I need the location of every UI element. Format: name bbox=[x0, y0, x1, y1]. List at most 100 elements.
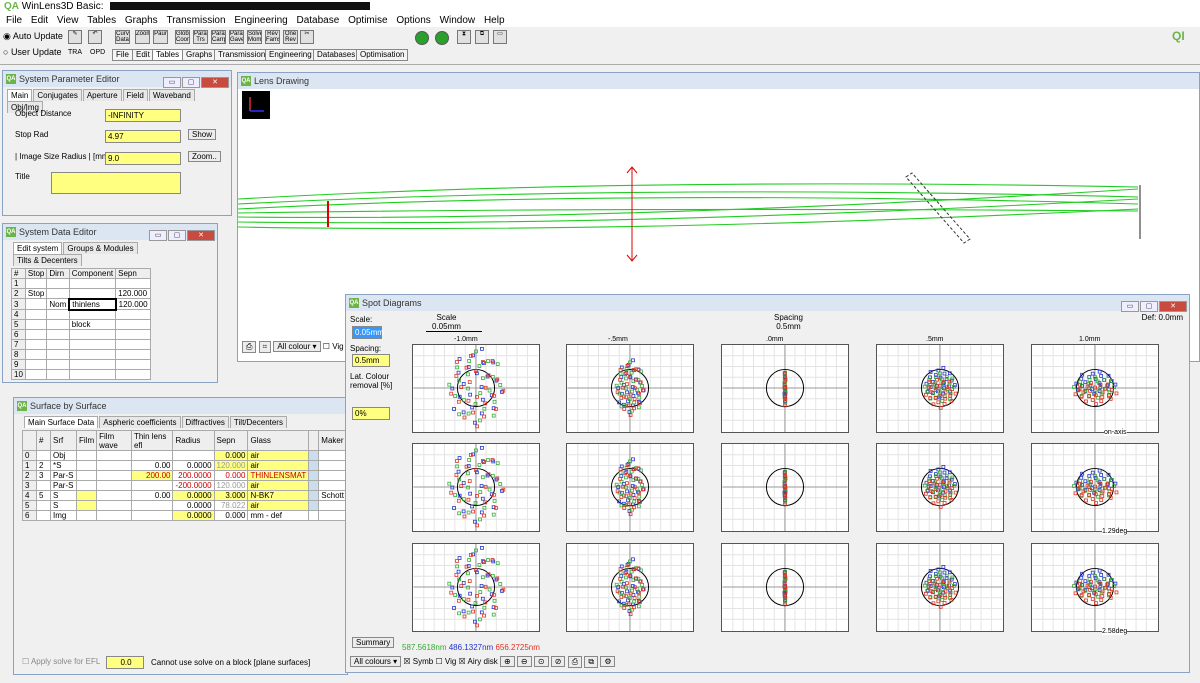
tab-aspheric-coefficients[interactable]: Aspheric coefficients bbox=[99, 416, 181, 428]
menu-file[interactable]: File bbox=[6, 15, 22, 26]
surface-cell[interactable]: 200.00 bbox=[130, 470, 174, 481]
apply-solve-checkbox[interactable]: ☐ Apply solve for EFL bbox=[22, 657, 100, 666]
table-row[interactable]: 6 bbox=[11, 329, 151, 340]
surface-cell[interactable] bbox=[96, 470, 132, 481]
surface-cell[interactable]: air bbox=[247, 460, 310, 471]
surface-cell[interactable]: 0.000 bbox=[213, 470, 249, 481]
menu-transmission[interactable]: Transmission bbox=[166, 15, 225, 26]
sysdata-cell[interactable]: Stop bbox=[24, 288, 48, 299]
menu-help[interactable]: Help bbox=[484, 15, 505, 26]
zoom-button[interactable]: Zoom bbox=[135, 30, 150, 44]
table-row[interactable]: 5 block bbox=[11, 319, 151, 330]
surface-cell[interactable] bbox=[96, 510, 132, 521]
sysdata-cell[interactable] bbox=[115, 349, 151, 360]
surface-cell[interactable] bbox=[75, 510, 98, 521]
zoom-in-icon[interactable]: ⊕ bbox=[499, 656, 515, 667]
print-icon[interactable]: ⎙ bbox=[242, 341, 257, 353]
user-update-radio[interactable]: ○ User Update bbox=[3, 47, 61, 57]
object-distance-field[interactable]: -INFINITY bbox=[105, 109, 181, 122]
tab-engineering[interactable]: Engineering bbox=[265, 49, 316, 61]
surface-cell[interactable] bbox=[130, 510, 174, 521]
zoom-settings-button[interactable]: Zoom.. bbox=[188, 151, 221, 162]
copy-icon[interactable]: ⧉ bbox=[584, 656, 599, 668]
sysdata-cell[interactable] bbox=[68, 349, 117, 360]
sysdata-cell[interactable]: 1 bbox=[11, 278, 26, 289]
surface-cell[interactable]: Obj bbox=[50, 450, 77, 461]
green-light-icon-1[interactable] bbox=[415, 31, 429, 45]
surface-cell[interactable] bbox=[75, 480, 98, 491]
table-row[interactable]: 3 Par-S -200.0000 120.000 air bbox=[22, 480, 347, 491]
tab-field[interactable]: Field bbox=[122, 89, 148, 101]
table-row[interactable]: 9 bbox=[11, 359, 151, 370]
sysdata-cell[interactable]: 3 bbox=[11, 298, 26, 310]
rev-fams-button[interactable]: Rev Fams bbox=[265, 30, 280, 44]
tab-graphs[interactable]: Graphs bbox=[182, 49, 217, 61]
image-size-field[interactable]: 9.0 bbox=[105, 152, 181, 165]
surface-cell[interactable]: 0.0000 bbox=[172, 500, 215, 511]
auto-update-radio[interactable]: ◉ Auto Update bbox=[3, 31, 63, 42]
sysdata-cell[interactable]: 7 bbox=[11, 339, 26, 350]
surface-cell[interactable]: mm - def bbox=[247, 510, 310, 521]
minimize-icon[interactable]: ▭ bbox=[1121, 301, 1139, 312]
surface-cell[interactable] bbox=[75, 450, 98, 461]
table-row[interactable]: 2 Stop 120.000 bbox=[11, 288, 151, 299]
surface-cell[interactable]: 5 bbox=[22, 500, 37, 511]
sysdata-cell[interactable] bbox=[46, 309, 70, 320]
sysdata-cell[interactable] bbox=[115, 359, 151, 370]
surface-cell[interactable] bbox=[130, 480, 174, 491]
surface-cell[interactable] bbox=[75, 470, 98, 481]
surface-cell[interactable]: *S bbox=[50, 460, 77, 471]
sysdata-cell[interactable]: 2 bbox=[11, 288, 26, 299]
tab-databases[interactable]: Databases bbox=[313, 49, 360, 61]
table-row[interactable]: 8 bbox=[11, 349, 151, 360]
title-field[interactable] bbox=[51, 172, 181, 194]
green-light-icon-2[interactable] bbox=[435, 31, 449, 45]
surface-cell[interactable] bbox=[75, 500, 98, 511]
settings-icon[interactable]: ⚙ bbox=[600, 656, 616, 667]
paraxi-carrp-button[interactable]: Paraxi Carrp bbox=[211, 30, 226, 44]
sysdata-cell[interactable]: 4 bbox=[11, 309, 26, 320]
tab-edit[interactable]: Edit bbox=[132, 49, 154, 61]
sysdata-cell[interactable] bbox=[68, 369, 117, 380]
chart-icon[interactable]: ⧉ bbox=[475, 30, 489, 44]
curv-data-button[interactable]: Curv Data bbox=[115, 30, 130, 44]
minimize-icon[interactable]: ▭ bbox=[149, 230, 167, 241]
show-button[interactable]: Show bbox=[188, 129, 217, 140]
surface-cell[interactable] bbox=[96, 500, 132, 511]
sysdata-cell[interactable]: block bbox=[68, 319, 117, 330]
surface-cell[interactable]: 0.0000 bbox=[172, 510, 215, 521]
surface-cell[interactable]: 0.0000 bbox=[172, 490, 215, 501]
table-row[interactable]: 1 2 *S 0.00 0.0000 120.000 air bbox=[22, 460, 347, 471]
table-row[interactable]: 2 3 Par-S 200.00 200.0000 0.000 THINLENSMAT bbox=[22, 470, 347, 481]
sysdata-cell[interactable]: 120.000 bbox=[115, 288, 151, 299]
zoom-reset-icon[interactable]: ⊘ bbox=[550, 656, 566, 667]
zoom-fit-icon[interactable]: ⊙ bbox=[533, 656, 549, 667]
one-rev-button[interactable]: One Rev bbox=[283, 30, 298, 44]
maximize-icon[interactable]: ▢ bbox=[1140, 301, 1158, 312]
table-row[interactable]: 6 Img 0.0000 0.000 mm - def bbox=[22, 510, 347, 521]
surface-cell[interactable] bbox=[96, 490, 132, 501]
airy-disk-checkbox[interactable]: ☒ Airy disk bbox=[459, 657, 498, 666]
sysdata-cell[interactable] bbox=[46, 339, 70, 350]
surface-cell[interactable]: 2 bbox=[22, 470, 37, 481]
surface-cell[interactable]: 6 bbox=[22, 510, 37, 521]
sysdata-cell[interactable] bbox=[24, 309, 48, 320]
print-icon[interactable]: ⎙ bbox=[567, 656, 583, 668]
stop-rad-field[interactable]: 4.97 bbox=[105, 130, 181, 143]
table-row[interactable]: 3 Nom thinlens 120.000 bbox=[11, 297, 151, 311]
colour-select[interactable]: All colour ▾ bbox=[273, 341, 321, 352]
tab-tables[interactable]: Tables bbox=[152, 49, 184, 61]
sysdata-cell[interactable] bbox=[115, 309, 151, 320]
surface-cell[interactable]: 1 bbox=[22, 460, 37, 471]
surface-cell[interactable] bbox=[308, 510, 320, 521]
tab-file[interactable]: File bbox=[112, 49, 133, 61]
surface-cell[interactable] bbox=[36, 450, 51, 461]
menu-view[interactable]: View bbox=[57, 15, 79, 26]
sysdata-cell[interactable]: 6 bbox=[11, 329, 26, 340]
surface-cell[interactable]: 78.022 bbox=[213, 500, 249, 511]
surface-cell[interactable]: air bbox=[247, 480, 310, 491]
sysdata-cell[interactable] bbox=[46, 288, 70, 299]
surface-cell[interactable]: N-BK7 bbox=[247, 490, 310, 501]
sysdata-cell[interactable] bbox=[46, 369, 70, 380]
sysdata-cell[interactable] bbox=[46, 319, 70, 330]
